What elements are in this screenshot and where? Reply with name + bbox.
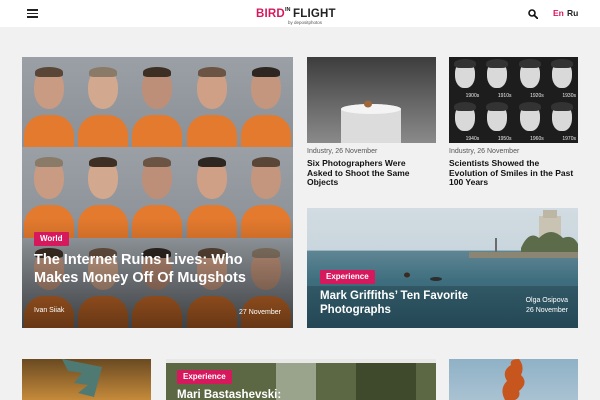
decade-label: 1950s xyxy=(497,136,512,142)
language-en-link[interactable]: En xyxy=(553,8,564,18)
smile-portrait: 1910s xyxy=(481,57,513,100)
logo-flight-text: FLIGHT xyxy=(293,8,336,20)
logo-bird-text: BIRD xyxy=(256,8,285,20)
mugshot-photo xyxy=(76,57,131,148)
smile-portrait: 1940s xyxy=(449,100,481,143)
article-thumbnail-smiles[interactable]: 1900s 1910s 1920s 1930s 1940s 1950s 1960s 1970s xyxy=(449,57,578,143)
smiles-photo-grid: 1900s 1910s 1920s 1930s 1940s 1950s 1960s 1970s xyxy=(449,57,578,143)
mugshot-photo xyxy=(184,57,239,148)
decade-label: 1970s xyxy=(562,136,576,142)
article-author[interactable]: Olga Osipova xyxy=(526,297,568,304)
category-tag-experience[interactable]: Experience xyxy=(177,370,232,384)
article-thumbnail-bottom-left[interactable] xyxy=(22,359,151,400)
mugshot-photo xyxy=(238,57,293,148)
article-thumbnail-sugar[interactable] xyxy=(307,57,436,143)
search-icon[interactable] xyxy=(528,9,538,19)
sugar-cube-photo xyxy=(341,100,401,143)
decade-label: 1920s xyxy=(530,93,544,99)
site-logo[interactable]: BIRD IN FLIGHT by depositphotos xyxy=(256,6,346,25)
smile-portrait: 1960s xyxy=(514,100,546,143)
article-category-date: Industry, 26 November xyxy=(307,148,378,155)
logo-sponsor-text: by depositphotos xyxy=(288,20,323,25)
article-card-bottom-middle[interactable]: Experience Mari Bastashevski: xyxy=(166,359,436,400)
article-thumbnail-bottom-right[interactable] xyxy=(449,359,578,400)
menu-icon[interactable] xyxy=(27,9,38,18)
site-header: BIRD IN FLIGHT by depositphotos En Ru xyxy=(0,0,600,27)
article-category-date: Industry, 26 November xyxy=(449,148,520,155)
category-tag-experience[interactable]: Experience xyxy=(320,270,375,284)
article-title[interactable]: Mari Bastashevski: xyxy=(177,389,417,400)
smile-portrait: 1930s xyxy=(546,57,578,100)
featured-article-date: 27 November xyxy=(238,309,281,316)
featured-article-author[interactable]: Ivan Siiak xyxy=(34,307,64,314)
language-ru-link[interactable]: Ru xyxy=(567,8,578,18)
bottom-left-photo xyxy=(62,359,102,397)
featured-article-card[interactable]: World The Internet Ruins Lives: Who Make… xyxy=(22,57,293,328)
smile-portrait: 1950s xyxy=(481,100,513,143)
decade-label: 1930s xyxy=(562,93,576,99)
logo-in-text: IN xyxy=(285,7,291,13)
mugshot-photo xyxy=(130,57,185,148)
bottom-right-photo xyxy=(502,359,525,400)
article-date: 26 November xyxy=(525,307,568,314)
smile-portrait: 1970s xyxy=(546,100,578,143)
decade-label: 1900s xyxy=(465,93,480,99)
decade-label: 1960s xyxy=(530,136,544,142)
category-tag-world[interactable]: World xyxy=(34,232,69,246)
decade-label: 1940s xyxy=(465,136,480,142)
mugshot-photo xyxy=(22,57,77,148)
decade-label: 1910s xyxy=(497,93,512,99)
smile-portrait: 1920s xyxy=(514,57,546,100)
article-title[interactable]: Six Photographers Were Asked to Shoot th… xyxy=(307,158,432,188)
smile-portrait: 1900s xyxy=(449,57,481,100)
featured-article-title[interactable]: The Internet Ruins Lives: Who Makes Mone… xyxy=(34,251,284,287)
article-card-sea[interactable]: Experience Mark Griffiths’ Ten Favorite … xyxy=(307,208,578,328)
article-title[interactable]: Mark Griffiths’ Ten Favorite Photographs xyxy=(320,290,510,317)
article-title[interactable]: Scientists Showed the Evolution of Smile… xyxy=(449,158,579,188)
